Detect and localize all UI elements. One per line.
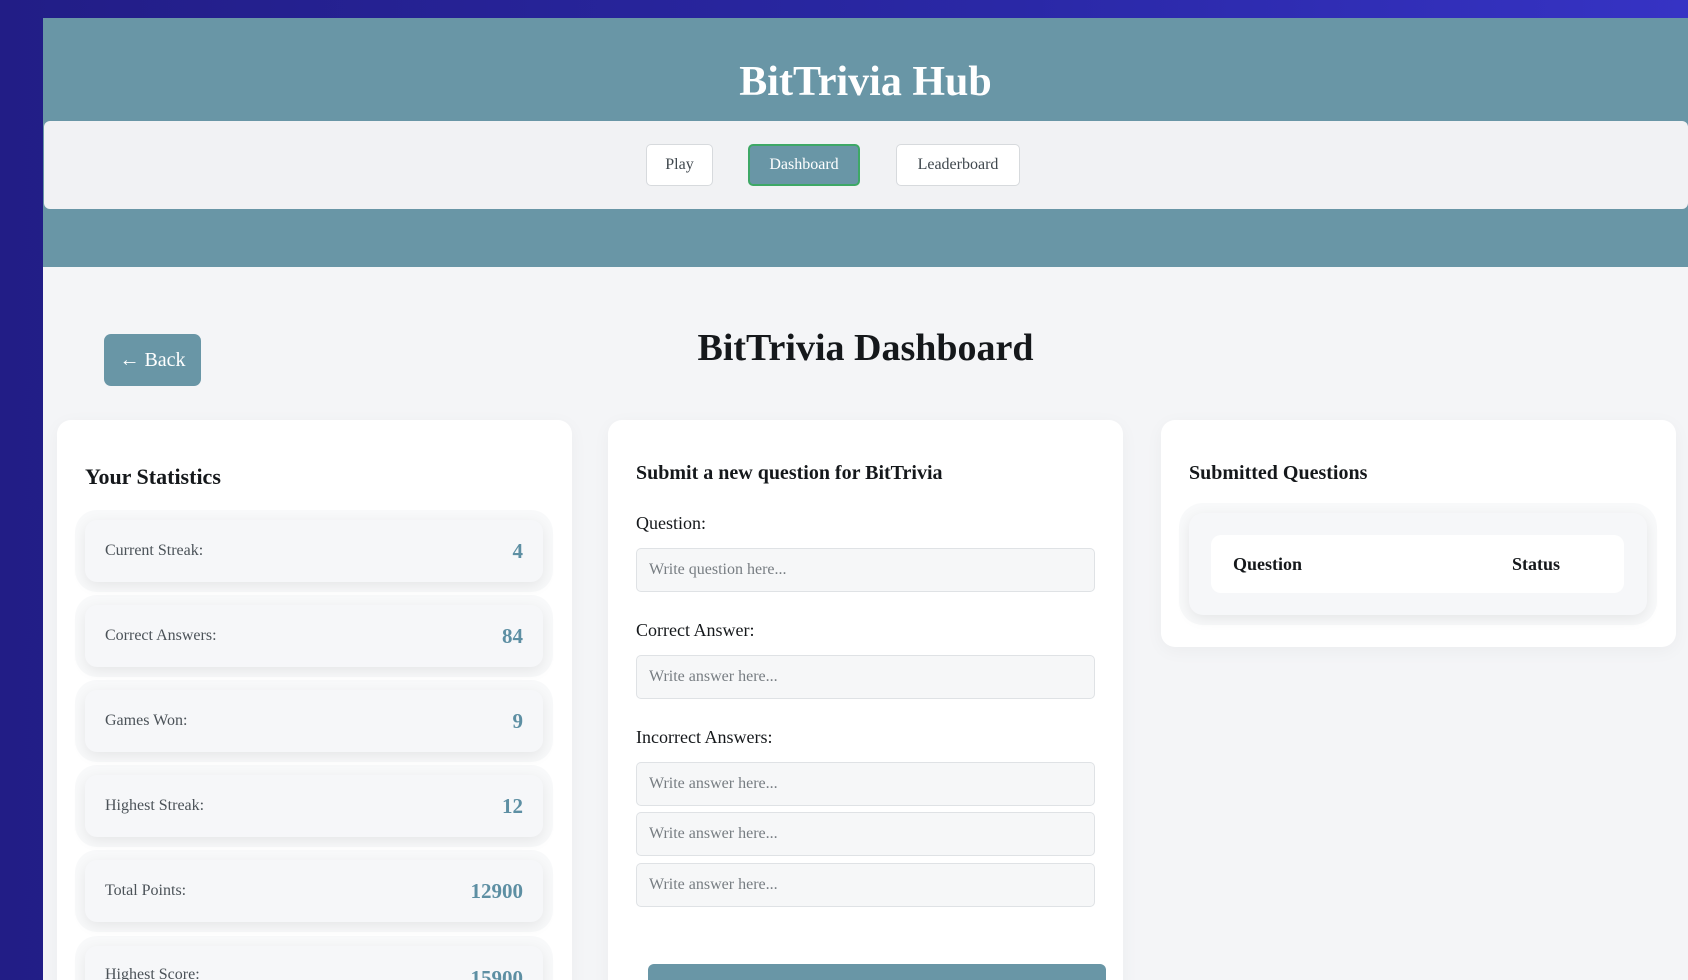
stat-label: Total Points: [105, 882, 187, 899]
statistics-title: Your Statistics [85, 464, 221, 489]
submitted-questions-table: Question Status [1189, 513, 1647, 615]
app-title: BitTrivia Hub [739, 59, 992, 105]
stat-total-points: Total Points: 12900 [85, 860, 543, 922]
stat-label: Highest Streak: [105, 797, 205, 814]
submit-question-title: Submit a new question for BitTrivia [636, 462, 943, 484]
column-header-status: Status [1511, 553, 1560, 574]
stat-label: Current Streak: [105, 542, 204, 559]
stat-label: Games Won: [105, 712, 188, 729]
correct-answer-label: Correct Answer: [636, 620, 755, 640]
submitted-questions-panel: Submitted Questions Question Status [1161, 420, 1676, 647]
stat-games-won: Games Won: 9 [85, 690, 543, 752]
statistics-panel: Your Statistics Current Streak: 4 Correc… [57, 420, 572, 980]
app-frame: BitTrivia Hub Play Dashboard Leaderboard… [43, 18, 1688, 980]
stat-value: 9 [512, 708, 524, 733]
column-header-question: Question [1233, 553, 1303, 574]
incorrect-answer-input-3[interactable] [636, 863, 1095, 907]
stat-value: 12 [502, 793, 523, 818]
stat-label: Highest Score: [105, 966, 200, 980]
stat-value: 15900 [470, 966, 524, 980]
stat-label: Correct Answers: [105, 627, 217, 644]
incorrect-answer-input-1[interactable] [636, 762, 1095, 806]
nav-dashboard-button[interactable]: Dashboard [748, 144, 860, 186]
stat-value: 12900 [470, 878, 524, 903]
submit-button[interactable]: Submit [648, 964, 1106, 980]
nav-leaderboard-button[interactable]: Leaderboard [896, 144, 1020, 186]
submitted-questions-title: Submitted Questions [1189, 462, 1368, 484]
incorrect-answers-label: Incorrect Answers: [636, 727, 773, 747]
submit-question-panel: Submit a new question for BitTrivia Ques… [608, 420, 1123, 980]
correct-answer-input[interactable] [636, 655, 1095, 699]
stat-correct-answers: Correct Answers: 84 [85, 605, 543, 667]
table-header-row: Question Status [1211, 535, 1624, 593]
stat-value: 84 [502, 623, 523, 648]
question-input[interactable] [636, 548, 1095, 592]
page-title: BitTrivia Dashboard [697, 327, 1034, 369]
nav-play-button[interactable]: Play [646, 144, 713, 186]
stat-highest-score: Highest Score: 15900 [85, 946, 543, 980]
navbar: Play Dashboard Leaderboard [44, 121, 1688, 209]
question-label: Question: [636, 513, 706, 533]
header: BitTrivia Hub Play Dashboard Leaderboard [43, 18, 1688, 267]
stat-value: 4 [512, 538, 524, 563]
incorrect-answer-input-2[interactable] [636, 812, 1095, 856]
stat-highest-streak: Highest Streak: 12 [85, 775, 543, 837]
stat-current-streak: Current Streak: 4 [85, 520, 543, 582]
